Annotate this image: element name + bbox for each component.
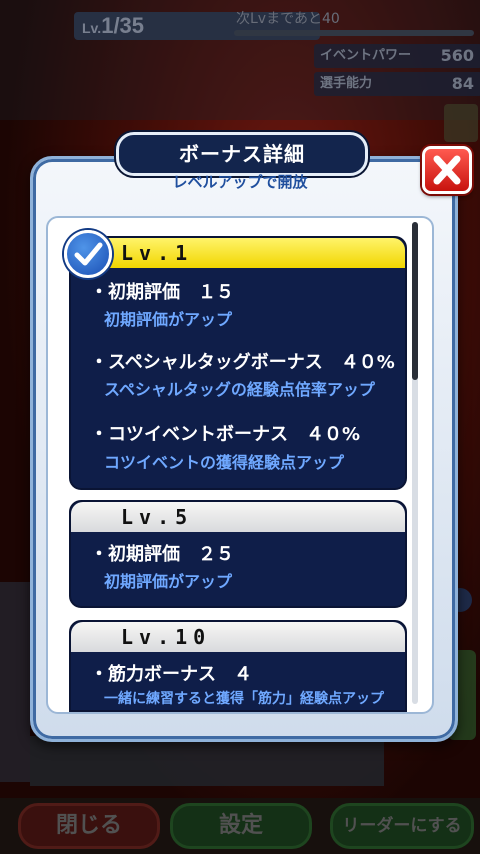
bonus-title: ・コツイベントボーナス ４０% xyxy=(90,424,361,445)
card-level-header: Lv.1 xyxy=(71,238,405,268)
bonus-description: 初期評価がアップ xyxy=(104,572,233,591)
dialog-close-button[interactable] xyxy=(422,146,472,194)
bonus-description: 初期評価がアップ xyxy=(104,310,233,329)
bonus-title: ・初期評価 １５ xyxy=(90,282,234,303)
bonus-title: ・筋力ボーナス ４ xyxy=(90,664,252,685)
bonus-description: 一緒に練習すると獲得「筋力」経験点アップ xyxy=(104,691,384,707)
close-x-icon xyxy=(433,155,461,185)
checkmark-icon xyxy=(64,230,112,278)
bonus-description: コツイベントの獲得経験点アップ xyxy=(104,453,345,472)
bonus-description: スペシャルタッグの経験点倍率アップ xyxy=(104,380,375,399)
dialog-subtitle: レベルアップで開放 xyxy=(172,173,308,191)
card-level-header: Lv.10 xyxy=(71,622,405,652)
dialog-title: ボーナス詳細 xyxy=(116,132,368,176)
bonus-title: ・スペシャルタッグボーナス ４０% xyxy=(90,352,395,373)
card-level-header: Lv.5 xyxy=(71,502,405,532)
scrollbar-thumb[interactable] xyxy=(412,222,418,380)
bonus-title: ・初期評価 ２５ xyxy=(90,544,234,565)
